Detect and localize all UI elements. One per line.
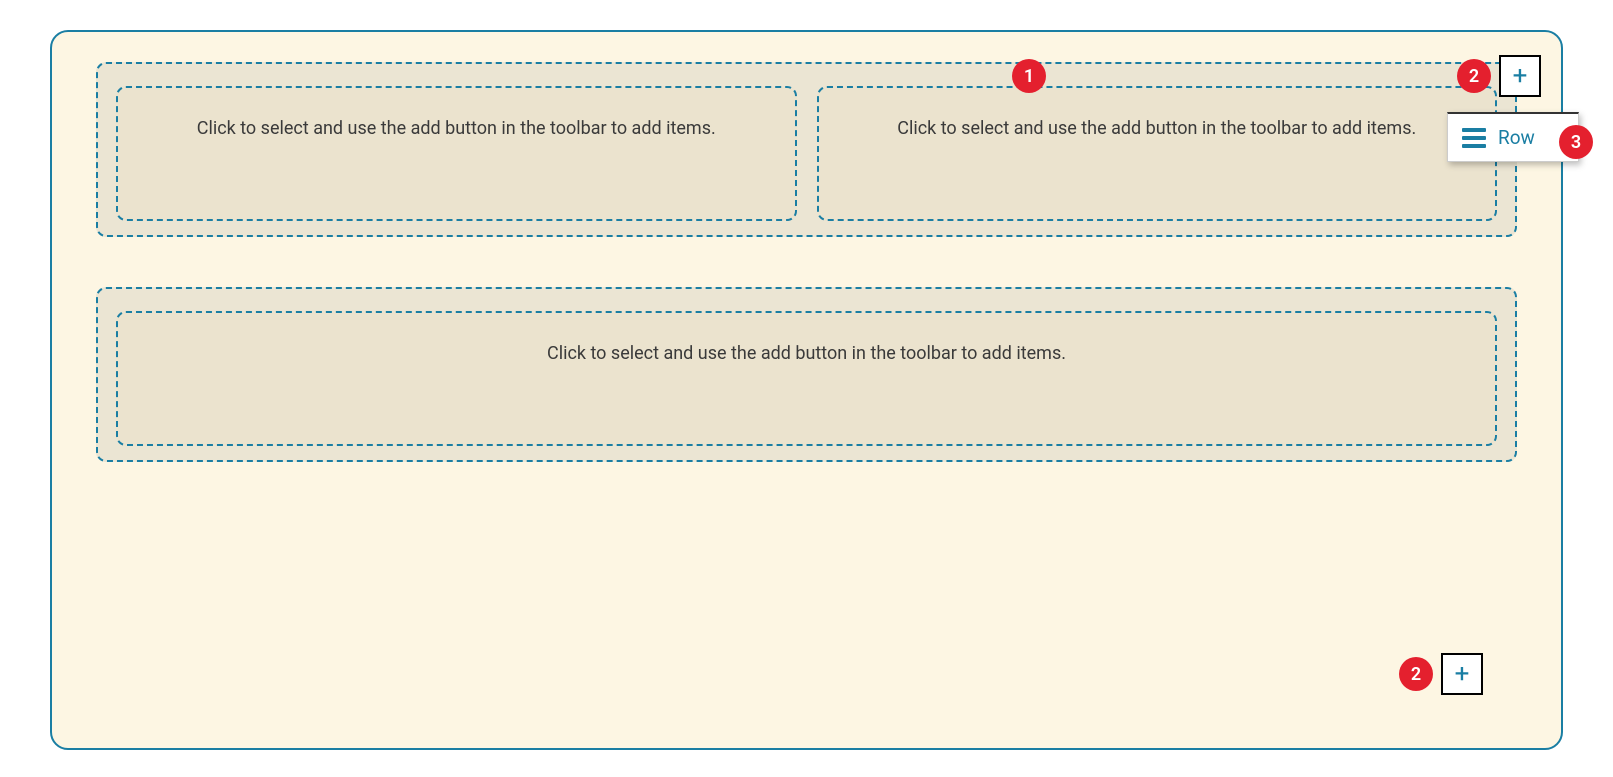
cell-placeholder-text: Click to select and use the add button i… xyxy=(547,343,1066,364)
layout-cell[interactable]: Click to select and use the add button i… xyxy=(817,86,1498,221)
plus-icon: + xyxy=(1455,661,1470,687)
layout-cell[interactable]: Click to select and use the add button i… xyxy=(116,86,797,221)
cell-placeholder-text: Click to select and use the add button i… xyxy=(197,118,716,139)
row-icon xyxy=(1462,128,1486,148)
layout-cell[interactable]: Click to select and use the add button i… xyxy=(116,311,1497,446)
callout-badge-1: 1 xyxy=(1012,59,1046,93)
callout-badge-2-top: 2 xyxy=(1457,59,1491,93)
plus-icon: + xyxy=(1513,63,1528,89)
add-button-bottom[interactable]: + xyxy=(1441,653,1483,695)
cell-placeholder-text: Click to select and use the add button i… xyxy=(897,118,1416,139)
layout-row[interactable]: Click to select and use the add button i… xyxy=(96,62,1517,237)
callout-badge-2-bottom: 2 xyxy=(1399,657,1433,691)
add-button-top[interactable]: + xyxy=(1499,55,1541,97)
dropdown-item-label: Row xyxy=(1498,126,1535,149)
layout-canvas[interactable]: 1 2 3 2 + Row Click to select and use th… xyxy=(50,30,1563,750)
callout-badge-3: 3 xyxy=(1559,125,1593,159)
layout-row[interactable]: Click to select and use the add button i… xyxy=(96,287,1517,462)
